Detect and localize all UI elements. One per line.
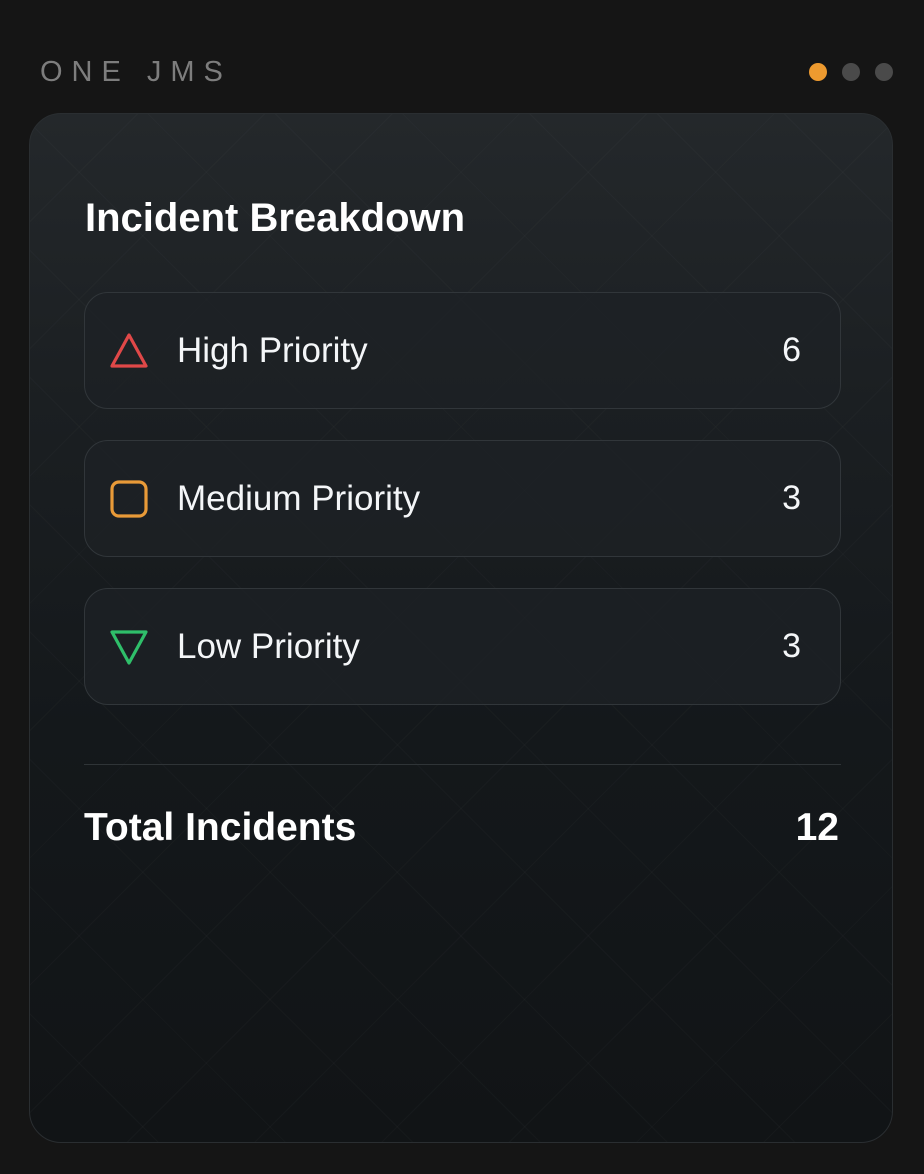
divider [84, 764, 841, 765]
page-dot-2[interactable] [842, 63, 860, 81]
incident-breakdown-card: Incident Breakdown High Priority 6 Mediu… [29, 113, 893, 1143]
priority-count: 6 [782, 331, 801, 369]
total-incidents-value: 12 [795, 806, 839, 849]
card-title: Incident Breakdown [85, 196, 466, 240]
page-indicator [809, 63, 893, 81]
priority-label: Medium Priority [177, 479, 421, 518]
priority-count: 3 [782, 627, 801, 665]
triangle-down-icon [109, 627, 149, 667]
brand-logo-text: ONE JMS [40, 56, 232, 88]
page-dot-1[interactable] [809, 63, 827, 81]
page-dot-3[interactable] [875, 63, 893, 81]
priority-row-medium[interactable]: Medium Priority 3 [84, 440, 841, 557]
priority-count: 3 [782, 479, 801, 517]
priority-row-high[interactable]: High Priority 6 [84, 292, 841, 409]
triangle-up-icon [109, 331, 149, 371]
priority-label: High Priority [177, 331, 368, 370]
rounded-square-icon [109, 479, 149, 519]
priority-label: Low Priority [177, 627, 360, 666]
total-incidents-label: Total Incidents [84, 806, 357, 849]
priority-row-low[interactable]: Low Priority 3 [84, 588, 841, 705]
